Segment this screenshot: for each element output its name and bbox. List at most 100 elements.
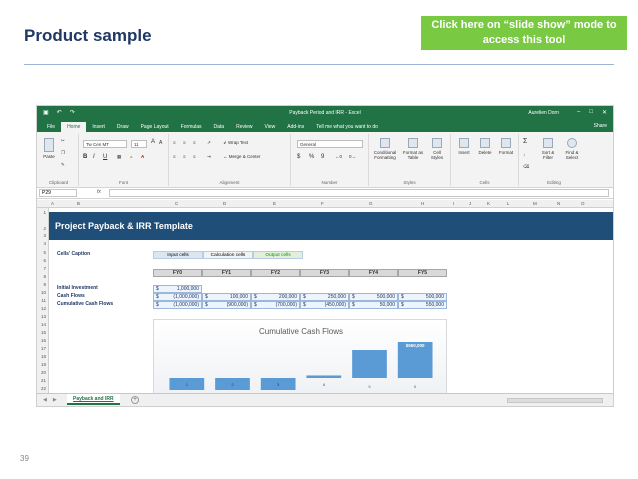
wrap-text-button[interactable]: ↲ Wrap Text	[223, 140, 248, 146]
tab-view[interactable]: View	[259, 124, 282, 132]
tab-formulas[interactable]: Formulas	[175, 124, 208, 132]
formula-input[interactable]	[109, 189, 609, 197]
bold-icon[interactable]: B	[83, 154, 87, 160]
row-header[interactable]: 7	[43, 266, 46, 271]
tab-data[interactable]: Data	[208, 124, 231, 132]
conditional-formatting-button[interactable]: Conditional Formatting	[371, 138, 399, 160]
add-sheet-icon[interactable]: +	[131, 396, 139, 404]
cash-flow-cell[interactable]: $100,000	[202, 293, 251, 301]
insert-cells-button[interactable]: Insert	[455, 138, 473, 155]
row-header[interactable]: 14	[41, 322, 46, 327]
fill-color-icon[interactable]: ▲	[129, 154, 133, 159]
decrease-decimal-icon[interactable]: 0→	[349, 154, 356, 159]
percent-icon[interactable]: %	[309, 154, 314, 160]
underline-icon[interactable]: U	[103, 154, 107, 160]
tab-review[interactable]: Review	[230, 124, 258, 132]
row-header[interactable]: 18	[41, 354, 46, 359]
column-header[interactable]: I	[453, 201, 454, 206]
cash-flow-cell[interactable]: $250,000	[300, 293, 349, 301]
copy-icon[interactable]: ❐	[61, 150, 65, 156]
share-button[interactable]: Share	[594, 123, 607, 129]
paste-button[interactable]: Paste	[41, 138, 57, 159]
column-header[interactable]: K	[487, 201, 490, 206]
orientation-icon[interactable]: ↗	[207, 140, 211, 146]
autosum-icon[interactable]: Σ	[523, 138, 527, 145]
row-header[interactable]: 20	[41, 370, 46, 375]
indent-icon[interactable]: ⇥	[207, 154, 211, 160]
tab-add-ins[interactable]: Add-ins	[281, 124, 310, 132]
align-left-icon[interactable]: ≡	[173, 154, 176, 159]
worksheet-grid[interactable]: ABCDEFGHIJKLMNO 1 2 3 4 5 6 7 8 9 10 11 12 13 14 15 16 1…	[37, 200, 613, 399]
initial-investment-cell[interactable]: $1,000,000	[153, 285, 202, 293]
row-header[interactable]: 11	[41, 298, 46, 303]
cumulative-cell[interactable]: $550,000	[398, 301, 447, 309]
row-header[interactable]: 2	[43, 226, 46, 231]
row-header[interactable]: 4	[43, 241, 46, 246]
row-header[interactable]: 8	[43, 274, 46, 279]
shrink-font-icon[interactable]: A	[159, 140, 162, 146]
cumulative-cell[interactable]: $ (1,000,000)	[153, 301, 202, 309]
row-header[interactable]: 22	[41, 386, 46, 391]
row-header[interactable]: 1	[43, 210, 46, 215]
cash-flow-cell[interactable]: $ (1,000,000)	[153, 293, 202, 301]
user-name[interactable]: Aurelien Dorn	[528, 110, 559, 116]
column-header[interactable]: B	[77, 201, 80, 206]
format-painter-icon[interactable]: ✎	[61, 162, 65, 168]
tab-draw[interactable]: Draw	[111, 124, 135, 132]
sort-filter-button[interactable]: Sort & Filter	[537, 138, 559, 160]
grow-font-icon[interactable]: A	[151, 139, 155, 145]
row-header[interactable]: 19	[41, 362, 46, 367]
prev-sheet-icon[interactable]: ◀	[43, 397, 47, 403]
row-header[interactable]: 15	[41, 330, 46, 335]
italic-icon[interactable]: I	[93, 154, 95, 160]
cumulative-cell[interactable]: $ (450,000)	[300, 301, 349, 309]
row-header[interactable]: 6	[43, 258, 46, 263]
tab-file[interactable]: File	[41, 124, 61, 132]
column-header[interactable]: E	[273, 201, 276, 206]
next-sheet-icon[interactable]: ▶	[53, 397, 57, 403]
name-box[interactable]: P29	[39, 189, 77, 197]
column-header[interactable]: G	[369, 201, 373, 206]
chart-bar[interactable]	[306, 375, 342, 378]
minimize-icon[interactable]: –	[577, 109, 580, 116]
number-format-select[interactable]: General	[297, 140, 363, 148]
font-name-select[interactable]: Tw Cen MT	[83, 140, 127, 148]
fx-icon[interactable]: fx	[97, 189, 101, 195]
slideshow-promo-button[interactable]: Click here on “slide show” mode to acces…	[421, 16, 627, 50]
row-header[interactable]: 5	[43, 250, 46, 255]
tell-me-input[interactable]: Tell me what you want to do	[310, 124, 384, 132]
delete-cells-button[interactable]: Delete	[476, 138, 494, 155]
column-header[interactable]: J	[469, 201, 471, 206]
tab-insert[interactable]: Insert	[86, 124, 111, 132]
tab-page-layout[interactable]: Page Layout	[135, 124, 175, 132]
merge-center-button[interactable]: ↔ Merge & Center	[223, 154, 261, 159]
row-header[interactable]: 16	[41, 338, 46, 343]
sheet-tab-payback-irr[interactable]: Payback and IRR	[67, 394, 120, 405]
align-middle-icon[interactable]: ≡	[183, 140, 186, 145]
close-icon[interactable]: ✕	[602, 109, 607, 116]
align-top-icon[interactable]: ≡	[173, 140, 176, 145]
tab-home[interactable]: Home	[61, 122, 87, 132]
column-header[interactable]: H	[421, 201, 424, 206]
column-header[interactable]: L	[507, 201, 510, 206]
borders-icon[interactable]: ▦	[117, 154, 121, 160]
align-right-icon[interactable]: ≡	[193, 154, 196, 159]
row-header[interactable]: 9	[43, 282, 46, 287]
cumulative-cell[interactable]: $50,000	[349, 301, 398, 309]
row-header[interactable]: 10	[41, 290, 46, 295]
font-size-select[interactable]: 11	[131, 140, 147, 148]
currency-icon[interactable]: $	[297, 154, 300, 160]
column-header[interactable]: O	[581, 201, 585, 206]
cash-flow-cell[interactable]: $500,000	[398, 293, 447, 301]
format-cells-button[interactable]: Format	[497, 138, 515, 155]
find-select-button[interactable]: Find & Select	[561, 138, 583, 160]
cell-styles-button[interactable]: Cell Styles	[427, 138, 447, 160]
align-center-icon[interactable]: ≡	[183, 154, 186, 159]
column-header[interactable]: N	[557, 201, 560, 206]
row-header[interactable]: 12	[41, 306, 46, 311]
row-header[interactable]: 21	[41, 378, 46, 383]
row-header[interactable]: 3	[43, 233, 46, 238]
column-header[interactable]: A	[51, 201, 54, 206]
column-header[interactable]: D	[223, 201, 226, 206]
column-header[interactable]: M	[533, 201, 537, 206]
